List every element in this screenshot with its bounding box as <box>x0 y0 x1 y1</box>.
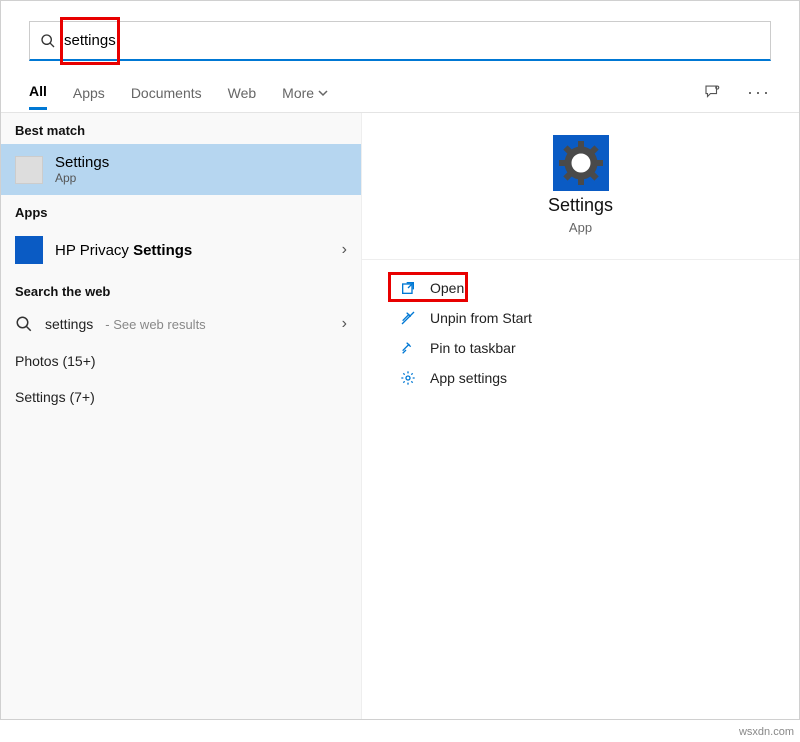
search-box[interactable] <box>29 21 771 61</box>
search-icon <box>15 315 33 333</box>
action-pin-taskbar[interactable]: Pin to taskbar <box>392 334 769 362</box>
result-text: HP Privacy Settings <box>55 242 192 259</box>
action-app-settings[interactable]: App settings <box>392 364 769 392</box>
chevron-right-icon: › <box>342 315 347 333</box>
result-settings-group[interactable]: Settings (7+) <box>1 379 361 415</box>
search-input[interactable] <box>64 32 760 49</box>
web-term: settings <box>45 316 93 332</box>
result-title: HP Privacy Settings <box>55 242 192 259</box>
tab-more[interactable]: More <box>282 75 328 109</box>
result-settings-app[interactable]: Settings App <box>1 144 361 195</box>
tab-apps[interactable]: Apps <box>73 75 105 109</box>
action-open[interactable]: Open <box>392 274 769 302</box>
result-sub: App <box>55 171 109 185</box>
search-bar-container <box>1 1 799 71</box>
filter-tabs: All Apps Documents Web More ··· <box>1 71 799 113</box>
result-photos[interactable]: Photos (15+) <box>1 343 361 379</box>
tab-more-label: More <box>282 85 314 101</box>
search-icon <box>40 33 56 49</box>
preview-title: Settings <box>548 195 613 216</box>
result-web-search[interactable]: settings - See web results › <box>1 305 361 343</box>
preview-pane: Settings App Open Unpin from Start Pin t… <box>361 113 799 719</box>
settings-icon-placeholder <box>15 156 43 184</box>
tab-all[interactable]: All <box>29 73 47 110</box>
pin-icon <box>400 340 416 356</box>
action-label: Open <box>430 280 464 296</box>
search-window: All Apps Documents Web More ··· Best mat… <box>0 0 800 720</box>
action-label: Unpin from Start <box>430 310 532 326</box>
chevron-right-icon: › <box>342 241 347 259</box>
gear-icon <box>549 131 613 195</box>
preview-header: Settings App <box>362 131 799 260</box>
hp-privacy-icon <box>15 236 43 264</box>
web-hint: - See web results <box>105 317 205 332</box>
result-hp-privacy[interactable]: HP Privacy Settings › <box>1 226 361 274</box>
result-text: Settings App <box>55 154 109 185</box>
result-title: Settings <box>55 154 109 171</box>
feedback-icon[interactable] <box>703 83 721 101</box>
chevron-down-icon <box>318 88 328 98</box>
section-best-match: Best match <box>1 113 361 144</box>
action-unpin[interactable]: Unpin from Start <box>392 304 769 332</box>
section-search-web: Search the web <box>1 274 361 305</box>
results-list: Best match Settings App Apps HP Privacy … <box>1 113 361 719</box>
tab-web[interactable]: Web <box>228 75 257 109</box>
tab-documents[interactable]: Documents <box>131 75 202 109</box>
results-body: Best match Settings App Apps HP Privacy … <box>1 113 799 719</box>
watermark: wsxdn.com <box>739 726 794 738</box>
action-label: App settings <box>430 370 507 386</box>
open-icon <box>400 280 416 296</box>
action-label: Pin to taskbar <box>430 340 516 356</box>
unpin-icon <box>400 310 416 326</box>
preview-actions: Open Unpin from Start Pin to taskbar App… <box>362 260 799 406</box>
preview-sub: App <box>569 220 592 235</box>
section-apps: Apps <box>1 195 361 226</box>
more-options-icon[interactable]: ··· <box>747 83 771 101</box>
gear-icon <box>400 370 416 386</box>
